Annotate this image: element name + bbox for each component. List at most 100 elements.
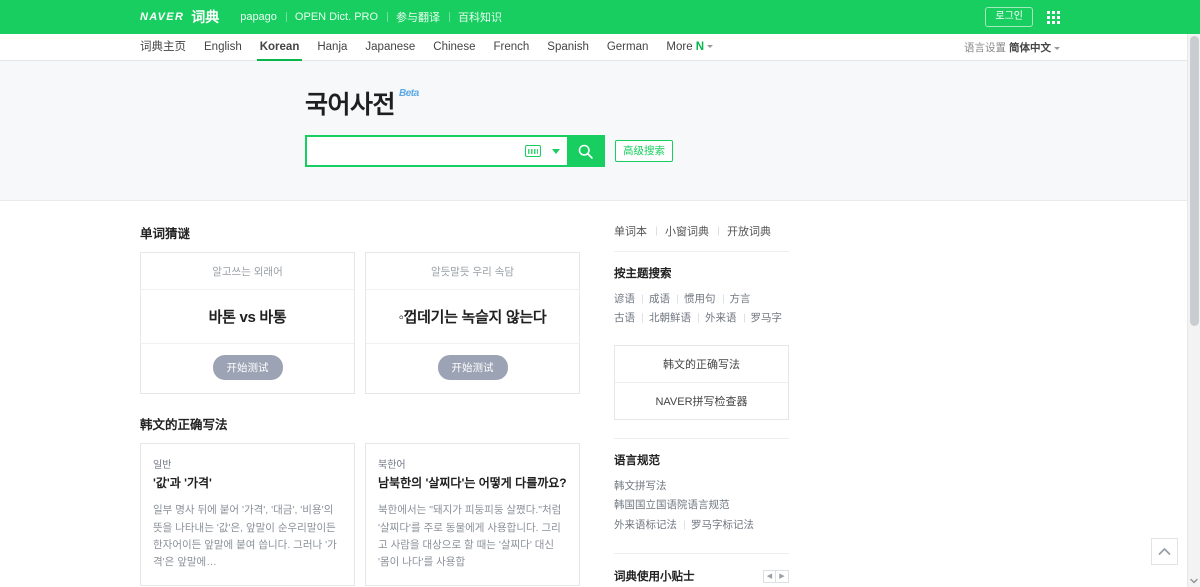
more-label: More (666, 41, 693, 53)
left-column: 单词猜谜 알고쓰는 외래어 바톤 vs 바통 开始测试 알듯말듯 우리 속담 ◦… (140, 223, 580, 587)
search-box (305, 135, 605, 167)
chevron-left-icon[interactable]: ◀ (763, 569, 776, 583)
sidebar-norm-loanword-notation[interactable]: 外来语标记法 (614, 519, 684, 531)
scrollbar-thumb[interactable] (1190, 36, 1199, 326)
sidebar-topic-phrase[interactable]: 惯用句 (677, 293, 723, 305)
sidebar-topic-romanization[interactable]: 罗马字 (744, 312, 790, 324)
sidebar-topic-row-1: 谚语 成语 惯用句 方言 (614, 290, 789, 309)
sidebar-link-wordbook[interactable]: 单词本 (614, 223, 656, 239)
lnb-item-korean[interactable]: Korean (251, 34, 309, 61)
chevron-down-icon (1054, 46, 1060, 50)
gnb-right-group: 로그인 (985, 7, 1060, 27)
sidebar-language-norms: 语言规范 韩文拼写法 韩国国立国语院语言规范 外来语标记法 罗马字标记法 (614, 439, 789, 535)
gnb-link-open-dict-pro[interactable]: OPEN Dict. PRO (286, 11, 387, 23)
lnb-item-home[interactable]: 词典主页 (140, 34, 195, 61)
search-button[interactable] (567, 137, 603, 165)
lnb-item-chinese[interactable]: Chinese (424, 34, 484, 61)
language-nav-bar: 词典主页 English Korean Hanja Japanese Chine… (0, 34, 1200, 61)
search-input[interactable] (307, 137, 525, 165)
dictionary-tips-title: 词典使用小贴士 (614, 571, 695, 584)
dictionary-tips-nav: ◀ ▶ (763, 569, 789, 583)
quiz-card-body: ◦껍데기는 녹슬지 않는다 (366, 290, 579, 344)
sidebar-norms-row-3: 外来语标记法 罗马字标记法 (614, 516, 789, 535)
sidebar-button-spell-checker[interactable]: NAVER拼写检查器 (615, 381, 788, 419)
writing-card-desc: 일부 명사 뒤에 붙어 '가격', '대금', '비용'의 뜻을 나타내는 '값… (153, 504, 337, 569)
lnb-item-more[interactable]: More N (657, 34, 722, 61)
correct-writing-cards: 일반 '값'과 '가격' 일부 명사 뒤에 붙어 '가격', '대금', '비용… (140, 443, 580, 587)
chevron-down-icon[interactable] (545, 137, 567, 165)
sidebar-divider-2 (614, 553, 789, 555)
lnb-item-german[interactable]: German (598, 34, 658, 61)
language-setting-label: 语言设置 (964, 42, 1006, 54)
sidebar-top-links: 单词本 小窗词典 开放词典 (614, 223, 789, 252)
gnb-link-encyclopedia[interactable]: 百科知识 (449, 9, 511, 25)
start-quiz-button[interactable]: 开始测试 (437, 355, 508, 380)
sidebar-norms-row-1: 韩文拼写法 (614, 477, 789, 496)
writing-card-kind: 북한어 (378, 460, 406, 471)
grid-apps-icon[interactable] (1047, 10, 1060, 24)
word-quiz-cards: 알고쓰는 외래어 바톤 vs 바통 开始测试 알듯말듯 우리 속담 ◦껍데기는 … (140, 252, 580, 394)
lnb-item-japanese[interactable]: Japanese (356, 34, 424, 61)
sidebar-norm-national-institute[interactable]: 韩国国立国语院语言规范 (614, 499, 737, 511)
sidebar-topic-dialect[interactable]: 方言 (723, 293, 758, 305)
sidebar-link-open-dictionary[interactable]: 开放词典 (718, 223, 780, 239)
word-quiz-section: 单词猜谜 알고쓰는 외래어 바톤 vs 바통 开始测试 알듯말듯 우리 속담 ◦… (140, 223, 580, 394)
sidebar-topic-title: 按主题搜索 (614, 268, 672, 280)
sidebar-topic-archaic[interactable]: 古语 (614, 312, 642, 324)
service-name[interactable]: 词典 (191, 7, 219, 27)
lnb-item-english[interactable]: English (195, 34, 251, 61)
sidebar-topic-proverb[interactable]: 谚语 (614, 293, 642, 305)
start-quiz-button[interactable]: 开始测试 (212, 355, 283, 380)
writing-card-desc: 북한에서는 "돼지가 피둥피둥 살쪘다."처럼 '살찌다'를 주로 동물에게 사… (378, 504, 562, 569)
language-setting-value: 简体中文 (1009, 42, 1051, 54)
sidebar-topic-search: 按主题搜索 谚语 成语 惯用句 方言 古语 北朝鲜语 外来语 罗马字 (614, 252, 789, 329)
page-title-text: 국어사전 (305, 91, 396, 119)
sidebar-norm-romanization-notation[interactable]: 罗马字标记法 (684, 519, 761, 531)
sidebar-link-mini-dictionary[interactable]: 小窗词典 (656, 223, 718, 239)
quiz-card-head: 알듯말듯 우리 속담 (366, 253, 579, 290)
sidebar-topic-idiom[interactable]: 成语 (642, 293, 677, 305)
page-scrollbar[interactable] (1187, 34, 1200, 587)
sidebar-norm-hangul-spelling[interactable]: 韩文拼写法 (614, 480, 674, 492)
login-button[interactable]: 로그인 (985, 7, 1033, 27)
lnb-item-spanish[interactable]: Spanish (538, 34, 598, 61)
writing-card-title: '값'과 '가격' (153, 476, 212, 490)
more-n-badge: N (695, 41, 705, 53)
sidebar-button-box: 韩文的正确写法 NAVER拼写检查器 (614, 344, 789, 420)
sidebar-topic-north-korean[interactable]: 北朝鲜语 (642, 312, 698, 324)
advanced-search-button[interactable]: 高级搜索 (615, 139, 673, 163)
gnb-link-papago[interactable]: papago (231, 11, 286, 23)
writing-card-kind: 일반 (153, 460, 172, 471)
sidebar-button-correct-writing[interactable]: 韩文的正确写法 (615, 346, 788, 382)
quiz-card-body: 바톤 vs 바통 (141, 290, 354, 344)
main-content: 单词猜谜 알고쓰는 외래어 바톤 vs 바통 开始测试 알듯말듯 우리 속담 ◦… (140, 201, 1060, 587)
search-hero: 국어사전 Beta 高级搜索 (0, 61, 1200, 201)
writing-card[interactable]: 일반 '값'과 '가격' 일부 명사 뒤에 붙어 '가격', '대금', '비용… (140, 443, 355, 587)
correct-writing-section: 韩文的正确写法 일반 '값'과 '가격' 일부 명사 뒤에 붙어 '가격', '… (140, 414, 580, 587)
lnb-item-hanja[interactable]: Hanja (308, 34, 356, 61)
chevron-up-icon (1158, 548, 1171, 555)
sidebar-topic-row-2: 古语 北朝鲜语 外来语 罗马字 (614, 309, 789, 328)
dictionary-tips-header: 词典使用小贴士 ◀ ▶ (614, 568, 789, 584)
chevron-right-icon[interactable]: ▶ (776, 569, 789, 583)
sidebar-topic-loanword[interactable]: 外来语 (698, 312, 744, 324)
sidebar-norms-row-2: 韩国国立国语院语言规范 (614, 496, 789, 515)
search-row: 高级搜索 (140, 135, 1060, 167)
keyboard-icon[interactable] (525, 145, 541, 157)
gnb-link-join-translation[interactable]: 参与翻译 (387, 9, 449, 25)
quiz-card[interactable]: 알고쓰는 외래어 바톤 vs 바통 开始测试 (140, 252, 355, 394)
global-nav-bar: NAVER 词典 papago OPEN Dict. PRO 参与翻译 百科知识… (0, 0, 1200, 34)
writing-card[interactable]: 북한어 남북한의 '살찌다'는 어떻게 다를까요? 북한에서는 "돼지가 피둥피… (365, 443, 580, 587)
gnb-links: papago OPEN Dict. PRO 参与翻译 百科知识 (231, 9, 511, 25)
naver-logo[interactable]: NAVER (140, 11, 184, 23)
scroll-to-top-button[interactable] (1151, 538, 1178, 565)
search-icon (578, 144, 593, 159)
right-sidebar: 单词本 小窗词典 开放词典 按主题搜索 谚语 成语 惯用句 方言 古语 北朝鲜语 外来语罗… (614, 223, 789, 587)
page-title: 국어사전 Beta (140, 85, 1060, 121)
correct-writing-title: 韩文的正确写法 (140, 418, 228, 432)
beta-badge: Beta (399, 88, 419, 99)
language-setting[interactable]: 语言设置 简体中文 (964, 40, 1060, 55)
lnb-item-french[interactable]: French (484, 34, 538, 61)
quiz-card[interactable]: 알듯말듯 우리 속담 ◦껍데기는 녹슬지 않는다 开始测试 (365, 252, 580, 394)
chevron-down-icon[interactable] (1188, 574, 1200, 587)
